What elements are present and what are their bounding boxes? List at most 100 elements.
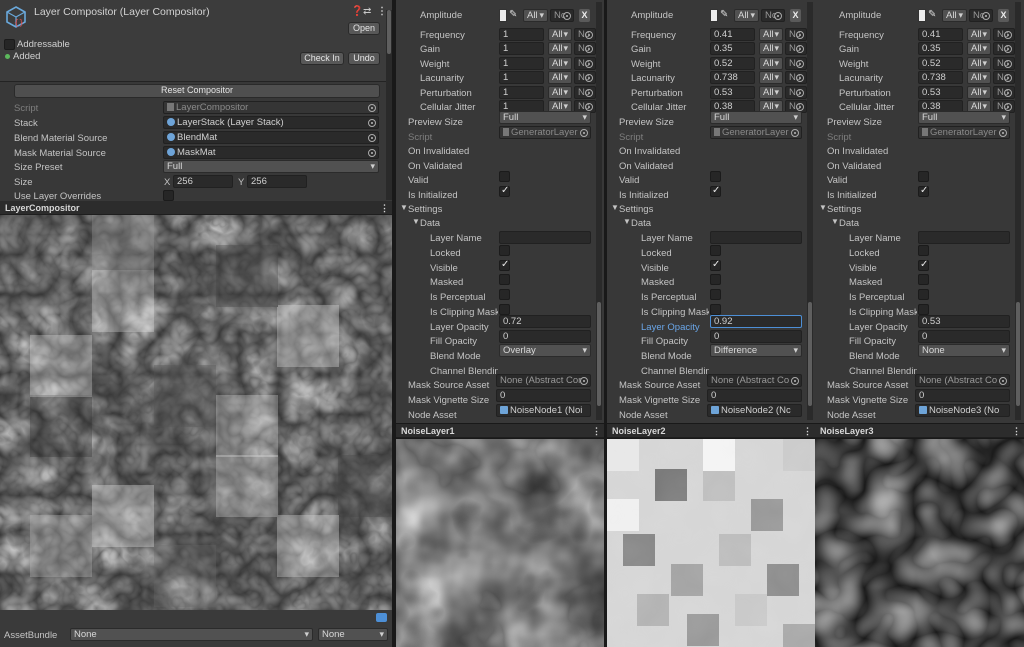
mask-vignette-field[interactable]: 0 bbox=[496, 389, 591, 402]
clear-button[interactable]: X bbox=[579, 9, 590, 22]
frequency-field[interactable]: 1 bbox=[499, 28, 544, 41]
fill-opacity-field[interactable]: 0 bbox=[710, 330, 802, 343]
mask-source-field[interactable]: None (Abstract Co bbox=[707, 374, 802, 387]
stack-field[interactable]: LayerStack (Layer Stack) bbox=[163, 116, 379, 129]
perturbation-field[interactable]: 0.53 bbox=[710, 86, 755, 99]
is_perceptual-checkbox[interactable] bbox=[499, 289, 510, 300]
foldout-arrow-icon[interactable]: ▼ bbox=[412, 217, 420, 226]
size-y-field[interactable]: 256 bbox=[247, 175, 307, 188]
channel-noise-field[interactable]: Nc bbox=[785, 57, 807, 70]
is-initialized-checkbox[interactable] bbox=[918, 185, 929, 197]
channel-all-dropdown[interactable]: All bbox=[759, 71, 783, 84]
mask-vignette-field[interactable]: 0 bbox=[915, 389, 1010, 402]
preview-size-dropdown[interactable]: Full bbox=[710, 111, 802, 124]
noise-layer-tab[interactable]: NoiseLayer1 ⋮ bbox=[396, 424, 604, 438]
channel-noise-field[interactable]: Nc bbox=[761, 9, 785, 22]
channel-noise-field[interactable]: Nc bbox=[574, 57, 596, 70]
node-asset-field[interactable]: NoiseNode2 (Nc bbox=[707, 404, 802, 417]
fill-opacity-field[interactable]: 0 bbox=[918, 330, 1010, 343]
mask-source-field[interactable]: None (Abstract Cor bbox=[496, 374, 591, 387]
mask-vignette-field[interactable]: 0 bbox=[707, 389, 802, 402]
channel-all-dropdown[interactable]: All bbox=[967, 57, 991, 70]
channel-all-dropdown[interactable]: All bbox=[548, 42, 572, 55]
fill-opacity-field[interactable]: 0 bbox=[499, 330, 591, 343]
channel-all-dropdown[interactable]: All bbox=[523, 9, 548, 22]
foldout-arrow-icon[interactable]: ▼ bbox=[611, 203, 619, 212]
is_perceptual-checkbox[interactable] bbox=[918, 289, 929, 300]
channel-noise-field[interactable]: Nc bbox=[574, 71, 596, 84]
clear-button[interactable]: X bbox=[790, 9, 801, 22]
channel-all-dropdown[interactable]: All bbox=[548, 86, 572, 99]
preview-size-dropdown[interactable]: Full bbox=[499, 111, 591, 124]
channel-all-dropdown[interactable]: All bbox=[967, 86, 991, 99]
preset-sliders-icon[interactable]: ⇄ bbox=[363, 6, 371, 17]
blend-material-field[interactable]: BlendMat bbox=[163, 131, 379, 144]
reset-compositor-button[interactable]: Reset Compositor bbox=[14, 84, 380, 98]
channel-noise-field[interactable]: Nc bbox=[993, 57, 1015, 70]
open-button[interactable]: Open bbox=[348, 22, 380, 35]
channel-noise-field[interactable]: Nc bbox=[785, 28, 807, 41]
label-tag-icon[interactable] bbox=[376, 613, 387, 622]
foldout-arrow-icon[interactable]: ▼ bbox=[400, 203, 408, 212]
object-picker-icon[interactable] bbox=[368, 134, 376, 142]
is_clipping_mask-checkbox[interactable] bbox=[918, 304, 929, 315]
channel-all-dropdown[interactable]: All bbox=[548, 71, 572, 84]
channel-all-dropdown[interactable]: All bbox=[967, 28, 991, 41]
valid-checkbox[interactable] bbox=[499, 171, 510, 182]
channel-noise-field[interactable]: Nc bbox=[993, 71, 1015, 84]
channel-all-dropdown[interactable]: All bbox=[759, 42, 783, 55]
channel-noise-field[interactable]: Nc bbox=[550, 9, 574, 22]
gain-field[interactable]: 1 bbox=[499, 42, 544, 55]
channel-noise-field[interactable]: Nc bbox=[969, 9, 993, 22]
channel-noise-field[interactable]: Nc bbox=[993, 28, 1015, 41]
locked-checkbox[interactable] bbox=[499, 245, 510, 256]
amplitude-curve-swatch[interactable] bbox=[918, 9, 926, 22]
kebab-menu-icon[interactable]: ⋮ bbox=[592, 424, 601, 438]
channel-noise-field[interactable]: Nc bbox=[785, 42, 807, 55]
masked-checkbox[interactable] bbox=[499, 274, 510, 285]
is_clipping_mask-checkbox[interactable] bbox=[710, 304, 721, 315]
layer-opacity-field[interactable]: 0.72 bbox=[499, 315, 591, 328]
gain-field[interactable]: 0.35 bbox=[710, 42, 755, 55]
lacunarity-field[interactable]: 1 bbox=[499, 71, 544, 84]
object-picker-icon[interactable] bbox=[368, 119, 376, 127]
size-preset-dropdown[interactable]: Full bbox=[163, 160, 379, 173]
frequency-field[interactable]: 0.41 bbox=[710, 28, 755, 41]
channel-noise-field[interactable]: Nc bbox=[785, 86, 807, 99]
undo-button[interactable]: Undo bbox=[348, 52, 380, 65]
channel-all-dropdown[interactable]: All bbox=[759, 28, 783, 41]
perturbation-field[interactable]: 1 bbox=[499, 86, 544, 99]
blend-mode-dropdown[interactable]: None bbox=[918, 344, 1010, 357]
masked-checkbox[interactable] bbox=[710, 274, 721, 285]
channel-all-dropdown[interactable]: All bbox=[967, 42, 991, 55]
channel-noise-field[interactable]: Nc bbox=[574, 28, 596, 41]
channel-all-dropdown[interactable]: All bbox=[759, 86, 783, 99]
inspector-scrollbar[interactable] bbox=[386, 10, 392, 200]
channel-all-dropdown[interactable]: All bbox=[548, 28, 572, 41]
channel-noise-field[interactable]: Nc bbox=[574, 42, 596, 55]
preview-tab-header[interactable]: LayerCompositor ⋮ bbox=[0, 201, 392, 215]
kebab-menu-icon[interactable]: ⋮ bbox=[380, 201, 389, 215]
layer-opacity-field[interactable]: 0.92 bbox=[710, 315, 802, 328]
perturbation-field[interactable]: 0.53 bbox=[918, 86, 963, 99]
channel-all-dropdown[interactable]: All bbox=[548, 57, 572, 70]
channel-noise-field[interactable]: Nc bbox=[574, 86, 596, 99]
eyedropper-icon[interactable]: ✎ bbox=[509, 9, 517, 20]
blend-mode-dropdown[interactable]: Difference bbox=[710, 344, 802, 357]
eyedropper-icon[interactable]: ✎ bbox=[928, 9, 936, 20]
channel-all-dropdown[interactable]: All bbox=[967, 71, 991, 84]
amplitude-curve-swatch[interactable] bbox=[499, 9, 507, 22]
lacunarity-field[interactable]: 0.738 bbox=[918, 71, 963, 84]
assetbundle-dropdown[interactable]: None bbox=[70, 628, 313, 641]
is-initialized-checkbox[interactable] bbox=[499, 185, 510, 197]
node-asset-field[interactable]: NoiseNode1 (Noi bbox=[496, 404, 591, 417]
channel-all-dropdown[interactable]: All bbox=[759, 57, 783, 70]
eyedropper-icon[interactable]: ✎ bbox=[720, 9, 728, 20]
addressable-checkbox[interactable] bbox=[4, 39, 15, 50]
kebab-menu-icon[interactable]: ⋮ bbox=[803, 424, 812, 438]
is-initialized-checkbox[interactable] bbox=[710, 185, 721, 197]
kebab-menu-icon[interactable]: ⋮ bbox=[1012, 424, 1021, 438]
noise-layer-tab[interactable]: NoiseLayer2 ⋮ bbox=[607, 424, 815, 438]
blend-mode-dropdown[interactable]: Overlay bbox=[499, 344, 591, 357]
channel-all-dropdown[interactable]: All bbox=[734, 9, 759, 22]
